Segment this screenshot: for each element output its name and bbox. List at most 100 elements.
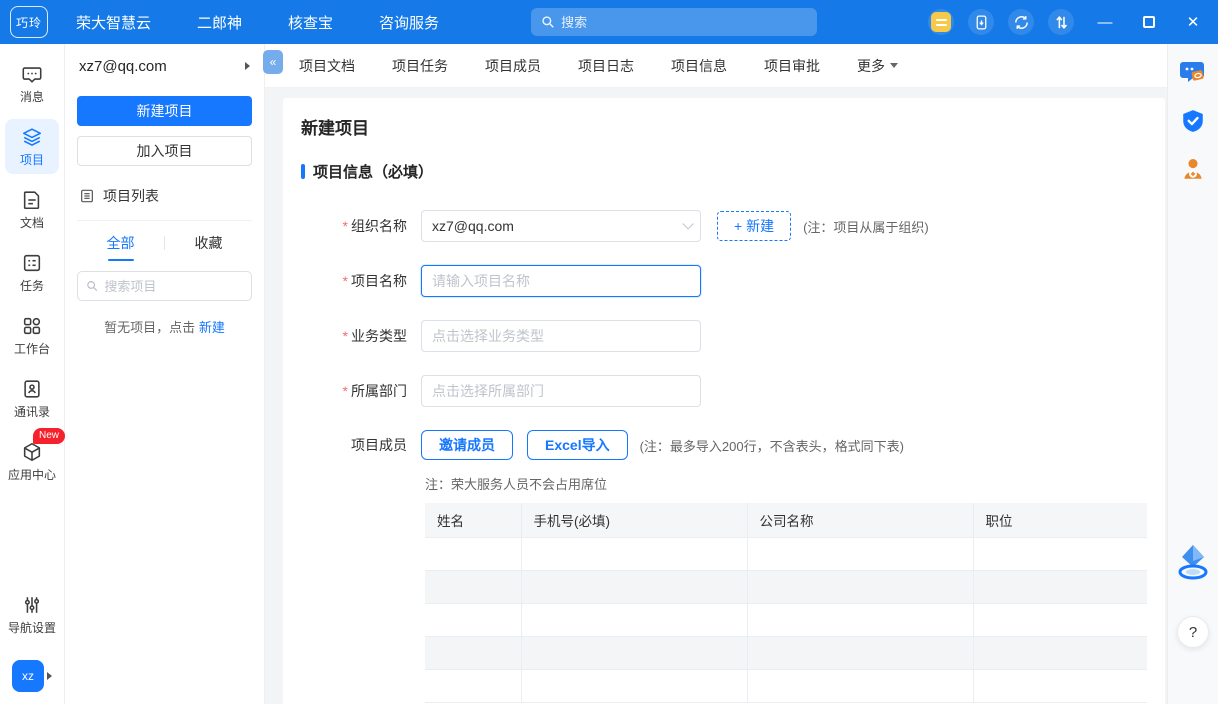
- project-tab-bar: 项目文档 项目任务 项目成员 项目日志 项目信息 项目审批 更多: [265, 44, 1167, 88]
- project-panel: « xz7@qq.com 新建项目 加入项目 项目列表 全部 收藏 暂无项目，点: [65, 44, 265, 704]
- nav-hechabao[interactable]: 核查宝: [288, 12, 333, 33]
- account-expand-icon[interactable]: [245, 62, 250, 70]
- empty-projects-text: 暂无项目，点击: [104, 320, 195, 335]
- minimize-button[interactable]: —: [1096, 13, 1114, 31]
- tab-all-projects[interactable]: 全部: [77, 233, 164, 261]
- project-name-input[interactable]: [432, 273, 690, 289]
- department-label: 所属部门: [351, 383, 407, 399]
- col-company: 公司名称: [747, 503, 973, 537]
- new-org-button[interactable]: + 新建: [717, 211, 791, 241]
- org-name-label: 组织名称: [351, 218, 407, 234]
- sidebar-item-contacts[interactable]: 通讯录: [5, 371, 59, 426]
- table-header-row: 姓名 手机号(必填) 公司名称 职位: [425, 503, 1147, 537]
- import-note: (注：最多导入200行，不含表头，格式同下表): [640, 436, 904, 455]
- app-center-icon: [21, 441, 43, 463]
- business-type-input[interactable]: [432, 328, 690, 344]
- join-project-button[interactable]: 加入项目: [77, 136, 252, 166]
- new-project-card: 新建项目 项目信息（必填） *组织名称 xz7@qq.com: [283, 98, 1165, 704]
- col-position: 职位: [973, 503, 1147, 537]
- page-title: 新建项目: [301, 114, 1147, 139]
- sidebar-item-label: 导航设置: [8, 619, 56, 636]
- org-select-value: xz7@qq.com: [432, 218, 682, 234]
- shield-check-icon[interactable]: [1178, 106, 1208, 136]
- service-chat-icon[interactable]: [1178, 58, 1208, 88]
- form-row-business-type: *业务类型: [301, 320, 1147, 352]
- tab-project-members[interactable]: 项目成员: [485, 56, 541, 76]
- org-select[interactable]: xz7@qq.com: [421, 210, 701, 242]
- project-search-input[interactable]: [104, 279, 243, 294]
- transfer-arrows-icon[interactable]: [1048, 9, 1074, 35]
- sidebar-item-label: 应用中心: [8, 466, 56, 483]
- project-name-label: 项目名称: [351, 273, 407, 289]
- table-row[interactable]: [425, 636, 1147, 669]
- sidebar-item-documents[interactable]: 文档: [5, 182, 59, 237]
- excel-import-button[interactable]: Excel导入: [527, 430, 628, 460]
- sidebar-item-app-center[interactable]: New 应用中心: [5, 434, 59, 489]
- tab-more[interactable]: 更多: [857, 56, 898, 76]
- sidebar-item-workbench[interactable]: 工作台: [5, 308, 59, 363]
- account-name[interactable]: xz7@qq.com: [79, 58, 167, 75]
- tab-project-logs[interactable]: 项目日志: [578, 56, 634, 76]
- nav-erlangshen[interactable]: 二郎神: [197, 12, 242, 33]
- table-row[interactable]: [425, 603, 1147, 636]
- sidebar-item-nav-settings[interactable]: 导航设置: [5, 587, 59, 642]
- nav-consult-service[interactable]: 咨询服务: [379, 12, 439, 33]
- right-utility-rail: ?: [1167, 44, 1218, 704]
- sidebar-item-tasks[interactable]: 任务: [5, 245, 59, 300]
- tab-project-info[interactable]: 项目信息: [671, 56, 727, 76]
- department-input[interactable]: [432, 383, 690, 399]
- department-field[interactable]: [421, 375, 701, 407]
- tab-project-docs[interactable]: 项目文档: [299, 56, 355, 76]
- global-search[interactable]: [531, 8, 817, 36]
- project-search[interactable]: [77, 271, 252, 301]
- close-button[interactable]: ✕: [1184, 13, 1202, 31]
- tab-project-tasks[interactable]: 项目任务: [392, 56, 448, 76]
- form-row-project-name: *项目名称: [301, 265, 1147, 297]
- content-area: 新建项目 项目信息（必填） *组织名称 xz7@qq.com: [265, 88, 1167, 704]
- table-row[interactable]: [425, 669, 1147, 702]
- sidebar-item-label: 文档: [20, 214, 44, 231]
- left-nav-rail: 消息 项目 文档 任务 工作台 通讯录 New: [0, 44, 65, 704]
- maximize-button[interactable]: [1140, 13, 1158, 31]
- project-members-label: 项目成员: [351, 437, 407, 453]
- list-icon: [79, 188, 95, 204]
- app-logo: 巧玲: [10, 6, 48, 38]
- sidebar-item-label: 工作台: [14, 340, 50, 357]
- business-type-field[interactable]: [421, 320, 701, 352]
- phone-download-icon[interactable]: [968, 9, 994, 35]
- org-note: (注：项目从属于组织): [803, 217, 929, 236]
- sidebar-item-messages[interactable]: 消息: [5, 56, 59, 111]
- titlebar: 巧玲 荣大智慧云 二郎神 核查宝 咨询服务 — ✕: [0, 0, 1218, 44]
- collapse-panel-button[interactable]: «: [263, 50, 283, 74]
- new-project-button[interactable]: 新建项目: [77, 96, 252, 126]
- required-mark: *: [343, 328, 348, 344]
- tab-favorite-projects[interactable]: 收藏: [165, 233, 252, 261]
- add-person-icon[interactable]: [1178, 154, 1208, 184]
- table-row[interactable]: [425, 570, 1147, 603]
- user-avatar[interactable]: xz: [12, 660, 44, 692]
- col-phone: 手机号(必填): [521, 503, 747, 537]
- sync-icon[interactable]: [1008, 9, 1034, 35]
- task-icon: [21, 252, 43, 274]
- new-badge: New: [33, 428, 65, 444]
- form-row-organization: *组织名称 xz7@qq.com + 新建 (注：项目从属于组织): [301, 210, 1147, 242]
- section-accent-bar: [301, 164, 305, 179]
- sidebar-item-projects[interactable]: 项目: [5, 119, 59, 174]
- sidebar-item-label: 消息: [20, 88, 44, 105]
- global-search-input[interactable]: [561, 15, 807, 30]
- sidebar-item-label: 项目: [20, 151, 44, 168]
- nav-rongda-cloud[interactable]: 荣大智慧云: [76, 12, 151, 33]
- main-area: 项目文档 项目任务 项目成员 项目日志 项目信息 项目审批 更多 新建项目 项目…: [265, 44, 1167, 704]
- sidebar-item-label: 任务: [20, 277, 44, 294]
- avatar-expand-icon[interactable]: [47, 672, 52, 680]
- table-row[interactable]: [425, 537, 1147, 570]
- notes-icon[interactable]: [928, 9, 954, 35]
- project-name-field[interactable]: [421, 265, 701, 297]
- help-button[interactable]: ?: [1177, 616, 1209, 648]
- tab-project-approval[interactable]: 项目审批: [764, 56, 820, 76]
- invite-members-button[interactable]: 邀请成员: [421, 430, 513, 460]
- window-controls: — ✕: [1096, 13, 1202, 31]
- empty-new-project-link[interactable]: 新建: [199, 320, 225, 335]
- gem-logo-icon[interactable]: [1176, 543, 1210, 586]
- chevron-down-icon: [890, 63, 898, 68]
